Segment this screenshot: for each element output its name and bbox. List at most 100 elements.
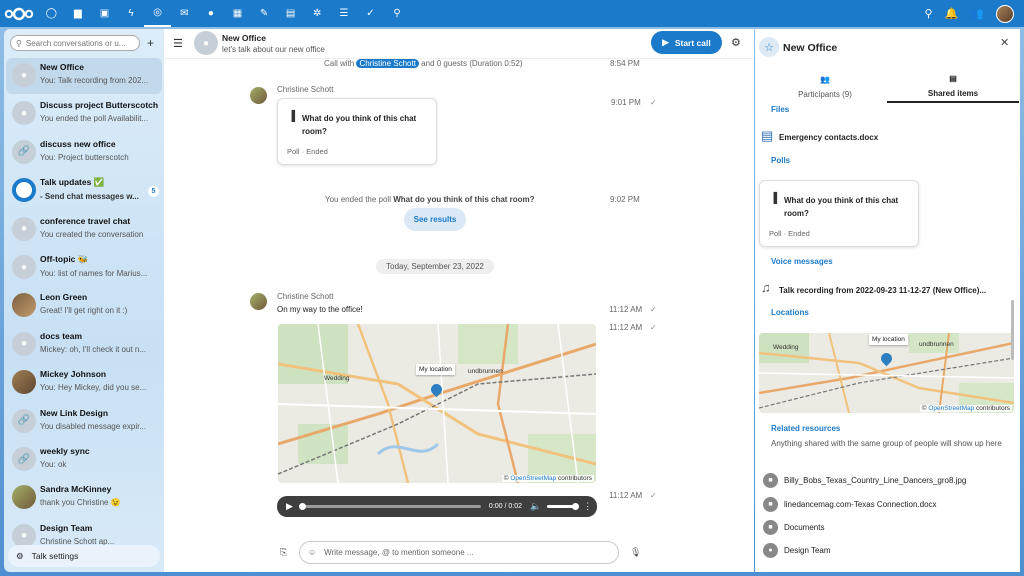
related-resource[interactable]: Design Team <box>784 546 831 555</box>
conversation-text: Design Team Christine Schott ap... <box>40 523 158 546</box>
sent-check-icon: ✓ <box>650 323 657 332</box>
tab-shared-items[interactable]: ▤ Shared items <box>887 71 1019 103</box>
author-avatar[interactable] <box>250 293 267 310</box>
shared-items-icon: ▤ <box>949 74 957 83</box>
openstreetmap-link[interactable]: OpenStreetMap <box>928 405 974 412</box>
conversation-text: New Link Design You disabled message expi… <box>40 408 158 431</box>
microphone-icon[interactable]: 🎙 <box>630 547 641 558</box>
conversation-settings-icon[interactable]: ⚙ <box>731 36 741 49</box>
chat-view: ☰ ● New Office let's talk about our new … <box>164 29 754 572</box>
map-pin-label: My location <box>869 334 908 345</box>
shared-file[interactable]: Emergency contacts.docx <box>779 133 878 142</box>
search-icon[interactable]: ⚲ <box>925 7 933 20</box>
group-avatar-icon: ● <box>12 101 36 126</box>
video-icon: ▶ <box>662 37 669 47</box>
talk-settings-button[interactable]: ⚙ Talk settings <box>8 545 160 567</box>
lists-icon[interactable]: ☰ <box>331 0 358 27</box>
openstreetmap-link[interactable]: OpenStreetMap <box>510 475 556 482</box>
voice-message-item[interactable]: Talk recording from 2022-09-23 11-12-27 … <box>779 286 986 295</box>
conversation-item[interactable]: Sandra McKinney thank you Christine 😉 <box>6 480 162 516</box>
audio-seekbar[interactable] <box>298 503 481 510</box>
deck-icon[interactable]: ▤ <box>277 0 304 27</box>
dashboard-icon[interactable]: ◯ <box>38 0 65 27</box>
start-call-button[interactable]: ▶ Start call <box>651 31 722 54</box>
weather-icon[interactable]: ✲ <box>304 0 331 27</box>
search-field[interactable]: ⚲ <box>10 35 140 51</box>
panel-scrollbar[interactable] <box>1011 300 1014 360</box>
conversation-item[interactable]: ● docs team Mickey: oh, I'll check it out … <box>6 327 162 363</box>
shared-poll-card[interactable]: ▐ What do you think of this chat room? P… <box>759 180 919 247</box>
location-map[interactable]: Wedding undbrunnen My location © OpenStr… <box>278 324 596 483</box>
related-resource[interactable]: Documents <box>784 523 824 532</box>
play-icon[interactable]: ▶ <box>286 501 293 512</box>
polls-heading[interactable]: Polls <box>771 156 790 165</box>
call-participant-mention[interactable]: Christine Schott <box>356 59 419 68</box>
close-icon[interactable]: ✕ <box>1000 36 1009 49</box>
contacts-icon[interactable]: ● <box>198 0 225 27</box>
menu-icon[interactable]: ☰ <box>173 37 183 50</box>
conversation-title[interactable]: New Office <box>222 33 266 43</box>
related-resource[interactable]: linedancemag.com-Texas Connection.docx <box>784 500 937 509</box>
conversation-text: Discuss project Butterscotch You ended th… <box>40 100 158 123</box>
conversation-item[interactable]: 🔗 New Link Design You disabled message exp… <box>6 404 162 440</box>
conversation-last-message: You: list of names for Marius... <box>40 269 148 278</box>
volume-slider[interactable] <box>547 503 580 510</box>
search-input[interactable] <box>25 38 131 48</box>
conversation-avatar <box>12 178 36 203</box>
new-conversation-button[interactable]: + <box>147 36 154 50</box>
voice-messages-heading[interactable]: Voice messages <box>771 257 833 266</box>
tasks-icon[interactable]: ✓ <box>357 0 384 27</box>
conversation-item[interactable]: Leon Green Great! I'll get right on it :) <box>6 288 162 324</box>
message-composer[interactable]: ☺ Write message, @ to mention someone ..… <box>299 541 619 564</box>
sent-check-icon: ✓ <box>650 305 657 314</box>
files-heading[interactable]: Files <box>771 105 789 114</box>
conversation-text: Talk updates ✅ - Send chat messages w... <box>40 177 158 201</box>
conversation-item[interactable]: ● conference travel chat You created the c… <box>6 212 162 248</box>
conversation-name: Sandra McKinney <box>40 484 112 495</box>
emoji-icon[interactable]: ☺ <box>308 548 316 557</box>
conversation-item[interactable]: ● New Office You: Talk recording from 202.… <box>6 58 162 94</box>
conversation-item[interactable]: ● Discuss project Butterscotch You ended t… <box>6 96 162 132</box>
conversation-name: New Link Design <box>40 407 109 418</box>
message-time: 11:12 AM <box>609 323 643 332</box>
locations-heading[interactable]: Locations <box>771 308 809 317</box>
shared-location-map[interactable]: Wedding undbrunnen My location © OpenStr… <box>759 333 1014 413</box>
seek-handle[interactable] <box>298 503 306 510</box>
conversation-item[interactable]: Mickey Johnson You: Hey Mickey, did you s… <box>6 365 162 401</box>
user-avatar[interactable] <box>996 4 1014 23</box>
talk-icon[interactable]: ◎ <box>144 0 171 27</box>
files-icon[interactable]: ▆ <box>65 0 92 27</box>
nextcloud-logo[interactable] <box>0 0 38 27</box>
author-avatar[interactable] <box>250 87 267 104</box>
attachment-icon[interactable]: ⎘ <box>280 547 287 558</box>
related-resource[interactable]: Billy_Bobs_Texas_Country_Line_Dancers_gr… <box>784 476 966 485</box>
notes-icon[interactable]: ✎ <box>251 0 278 27</box>
map-label: Wedding <box>324 375 350 382</box>
see-results-button[interactable]: See results <box>404 208 466 231</box>
notifications-icon[interactable]: 🔔 <box>945 7 959 20</box>
poll-card[interactable]: ▐ What do you think of this chat room? P… <box>277 98 437 165</box>
search-icon: ⚲ <box>16 38 22 48</box>
favorite-star-icon[interactable]: ☆ <box>759 37 779 57</box>
map-label: undbrunnen <box>919 341 954 348</box>
conversation-item[interactable]: 🔗 weekly sync You: ok <box>6 442 162 478</box>
conversation-item[interactable]: 🔗 discuss new office You: Project buttersc… <box>6 135 162 171</box>
folder-icon: ■ <box>763 497 778 512</box>
calendar-icon[interactable]: ▦ <box>224 0 251 27</box>
activity-icon[interactable]: ϟ <box>118 0 145 27</box>
maps-icon[interactable]: ⚲ <box>384 0 411 27</box>
link-avatar-icon: 🔗 <box>12 139 36 164</box>
related-resources-heading[interactable]: Related resources <box>771 424 840 433</box>
map-label: undbrunnen <box>468 368 503 375</box>
volume-icon[interactable]: 🔈 <box>530 501 541 512</box>
tab-participants[interactable]: 👥 Participants (9) <box>763 71 887 103</box>
volume-handle[interactable] <box>572 503 580 510</box>
conversation-item[interactable]: Talk updates ✅ - Send chat messages w... 5 <box>6 173 162 209</box>
mail-icon[interactable]: ✉ <box>171 0 198 27</box>
conversation-text: Off-topic 🐝 You: list of names for Marius… <box>40 254 158 278</box>
conversation-item[interactable]: ● Off-topic 🐝 You: list of names for Mariu… <box>6 250 162 286</box>
contacts-menu-icon[interactable]: 👥 <box>970 7 984 20</box>
photos-icon[interactable]: ▣ <box>91 0 118 27</box>
more-options-icon[interactable]: ⋮ <box>583 501 592 512</box>
audio-progress: 0:00 / 0:02 <box>488 503 523 510</box>
